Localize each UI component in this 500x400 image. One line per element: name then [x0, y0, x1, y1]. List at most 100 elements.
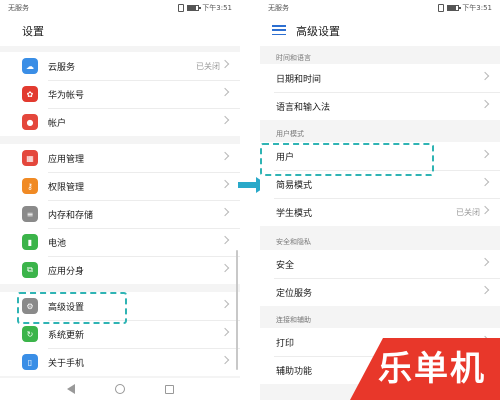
settings-item-value: 已关闭: [196, 61, 220, 71]
chevron-right-icon: [480, 285, 490, 295]
chevron-right-icon: [220, 151, 230, 161]
settings-item-users[interactable]: 用户: [260, 142, 500, 170]
settings-group-time-language: 日期和时间 语言和输入法: [260, 64, 500, 120]
sim-icon: [178, 4, 185, 12]
section-header: 安全和隐私: [276, 238, 311, 246]
menu-icon[interactable]: [272, 25, 286, 35]
chevron-right-icon: [480, 177, 490, 187]
status-bar: 无服务 下午3:51: [0, 0, 240, 14]
settings-item-app-management[interactable]: ▦ 应用管理: [0, 144, 240, 172]
settings-group-apps: ▦ 应用管理 ⚷ 权限管理 ≡ 内存和存储 ▮ 电池 ⧉ 应用分身: [0, 144, 240, 284]
settings-group-security: 安全 定位服务: [260, 250, 500, 306]
settings-item-app-twin[interactable]: ⧉ 应用分身: [0, 256, 240, 284]
settings-item-date-time[interactable]: 日期和时间: [260, 64, 500, 92]
chevron-right-icon: [220, 115, 230, 125]
settings-item-label: 语言和输入法: [276, 102, 331, 113]
chevron-right-icon: [220, 87, 230, 97]
settings-item-label: 高级设置: [48, 302, 85, 313]
cloud-icon: ☁: [22, 58, 38, 74]
battery-icon: ▮: [22, 234, 38, 250]
settings-item-cloud[interactable]: ☁ 云服务 已关闭: [0, 52, 240, 80]
page-title: 设置: [22, 25, 44, 38]
chevron-right-icon: [480, 71, 490, 81]
clock: 下午3:51: [202, 4, 232, 12]
app-header: 设置: [0, 14, 240, 46]
account-icon: ●: [22, 114, 38, 130]
settings-item-about-phone[interactable]: ▯ 关于手机: [0, 348, 240, 376]
settings-item-label: 简易模式: [276, 180, 313, 191]
settings-item-battery[interactable]: ▮ 电池: [0, 228, 240, 256]
settings-item-value: 已关闭: [456, 207, 480, 217]
settings-group-account: ☁ 云服务 已关闭 ✿ 华为帐号 ● 帐户: [0, 52, 240, 136]
settings-item-system-update[interactable]: ↻ 系统更新: [0, 320, 240, 348]
clock: 下午3:51: [462, 4, 492, 12]
phone-icon: ▯: [22, 354, 38, 370]
settings-screen: 无服务 下午3:51 设置 ☁ 云服务 已关闭 ✿ 华为帐号 ● 帐户 ▦ 应用…: [0, 0, 240, 400]
settings-group-system: ⚙ 高级设置 ↻ 系统更新 ▯ 关于手机: [0, 292, 240, 376]
chevron-right-icon: [220, 327, 230, 337]
watermark-logo: 乐单机: [378, 349, 486, 389]
settings-item-label: 内存和存储: [48, 210, 94, 221]
recent-apps-icon[interactable]: [164, 384, 174, 394]
chevron-right-icon: [480, 149, 490, 159]
chevron-right-icon: [480, 257, 490, 267]
settings-item-label: 权限管理: [48, 182, 85, 193]
carrier-label: 无服务: [268, 4, 289, 12]
battery-status-icon: [447, 5, 462, 11]
chevron-right-icon: [220, 207, 230, 217]
gear-icon: ⚙: [22, 298, 38, 314]
back-icon[interactable]: [66, 384, 75, 394]
settings-item-label: 学生模式: [276, 208, 313, 219]
battery-status-icon: [187, 5, 202, 11]
settings-item-advanced[interactable]: ⚙ 高级设置: [0, 292, 240, 320]
settings-item-label: 定位服务: [276, 288, 313, 299]
settings-group-user-mode: 用户 简易模式 学生模式 已关闭: [260, 142, 500, 226]
carrier-label: 无服务: [8, 4, 29, 12]
settings-item-storage[interactable]: ≡ 内存和存储: [0, 200, 240, 228]
sim-icon: [438, 4, 445, 12]
chevron-right-icon: [220, 179, 230, 189]
app-header: 高级设置: [260, 14, 500, 46]
settings-item-label: 安全: [276, 260, 295, 271]
settings-item-label: 华为帐号: [48, 90, 85, 101]
settings-item-location[interactable]: 定位服务: [260, 278, 500, 306]
app-grid-icon: ▦: [22, 150, 38, 166]
chevron-right-icon: [480, 205, 490, 215]
settings-item-label: 日期和时间: [276, 74, 322, 85]
settings-item-huawei-id[interactable]: ✿ 华为帐号: [0, 80, 240, 108]
settings-item-label: 云服务: [48, 62, 76, 73]
update-icon: ↻: [22, 326, 38, 342]
settings-item-label: 应用管理: [48, 154, 85, 165]
chevron-right-icon: [220, 299, 230, 309]
key-icon: ⚷: [22, 178, 38, 194]
settings-item-security[interactable]: 安全: [260, 250, 500, 278]
navigation-bar: [0, 378, 240, 400]
settings-item-label: 关于手机: [48, 358, 85, 369]
settings-item-simple-mode[interactable]: 简易模式: [260, 170, 500, 198]
settings-item-label: 帐户: [48, 118, 67, 129]
status-bar: 无服务 下午3:51: [260, 0, 500, 14]
chevron-right-icon: [220, 235, 230, 245]
settings-item-label: 辅助功能: [276, 366, 313, 377]
settings-item-label: 系统更新: [48, 330, 85, 341]
settings-item-label: 电池: [48, 238, 67, 249]
chevron-right-icon: [220, 263, 230, 273]
settings-item-language-input[interactable]: 语言和输入法: [260, 92, 500, 120]
chevron-right-icon: [220, 355, 230, 365]
scrollbar[interactable]: [236, 250, 238, 370]
home-icon[interactable]: [114, 384, 125, 394]
settings-item-permissions[interactable]: ⚷ 权限管理: [0, 172, 240, 200]
section-header: 连接和辅助: [276, 316, 311, 324]
settings-item-student-mode[interactable]: 学生模式 已关闭: [260, 198, 500, 226]
settings-item-account[interactable]: ● 帐户: [0, 108, 240, 136]
app-twin-icon: ⧉: [22, 262, 38, 278]
chevron-right-icon: [220, 59, 230, 69]
settings-item-label: 应用分身: [48, 266, 85, 277]
chevron-right-icon: [480, 99, 490, 109]
huawei-logo-icon: ✿: [22, 86, 38, 102]
section-header: 用户模式: [276, 130, 304, 138]
page-title: 高级设置: [296, 25, 340, 38]
settings-item-label: 打印: [276, 338, 295, 349]
storage-icon: ≡: [22, 206, 38, 222]
settings-item-label: 用户: [276, 152, 295, 163]
